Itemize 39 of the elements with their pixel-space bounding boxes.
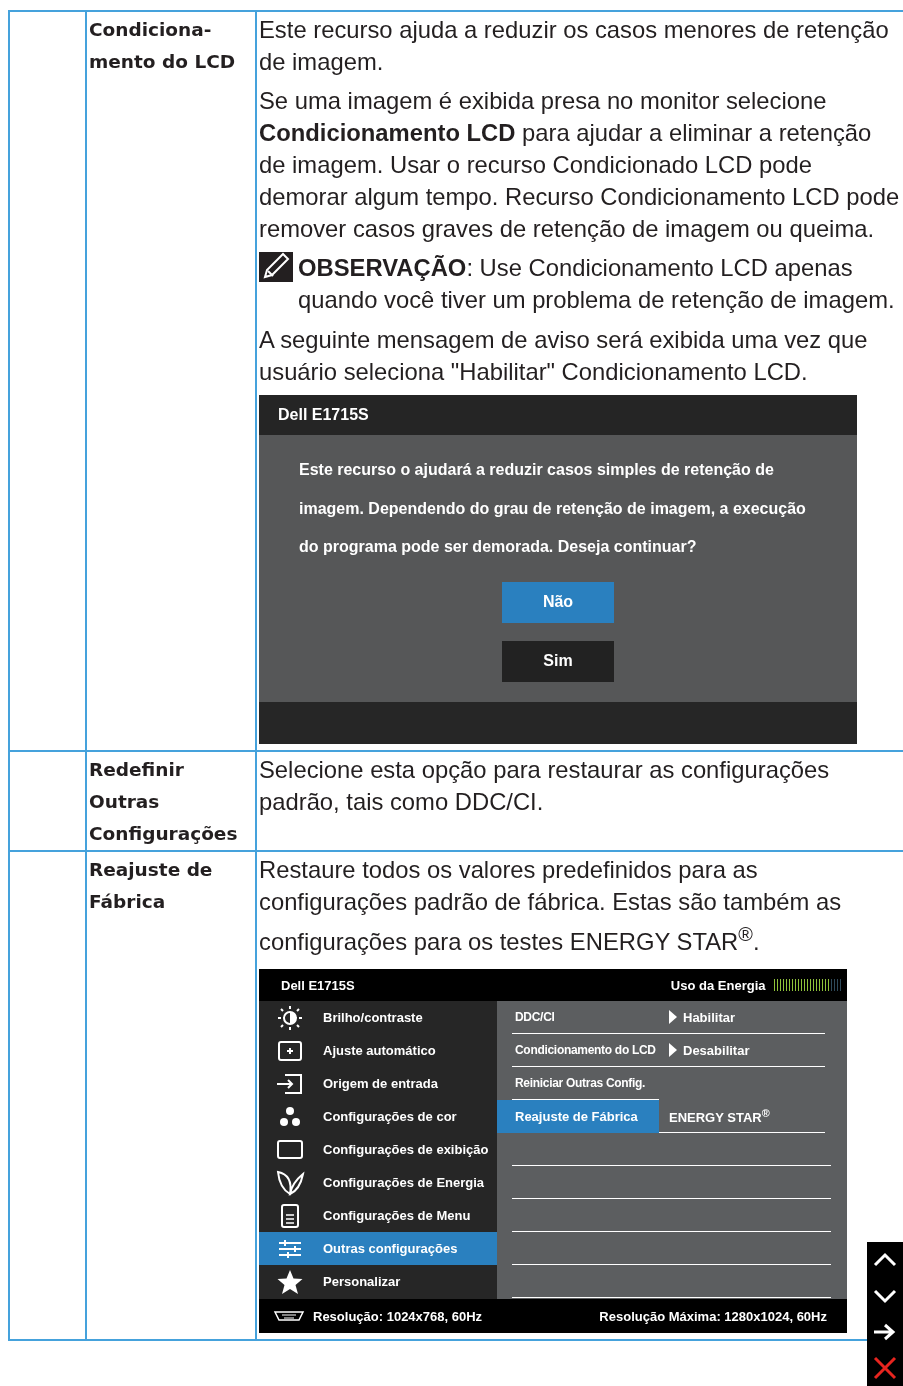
triangle-icon xyxy=(669,1010,677,1025)
paragraph: A seguinte mensagem de aviso será exibida uma vez que usuário seleciona "Habilitar" Condicionamento LCD. xyxy=(259,325,869,387)
connector-icon xyxy=(273,1310,305,1323)
dialog-button[interactable]: Não xyxy=(502,581,614,623)
leaf-icon xyxy=(275,1169,305,1196)
pencil-icon xyxy=(259,252,293,282)
menu-item[interactable]: Configurações de Energia xyxy=(259,1166,497,1200)
osd-title: Dell E1715S xyxy=(281,977,355,993)
submenu-item[interactable]: DDC/CI xyxy=(512,1001,659,1035)
star-icon xyxy=(275,1268,305,1295)
note-text: OBSERVAÇÃO: Use Condicionamento LCD apenas quando você tiver um problema de retenção de imagem. xyxy=(298,253,896,315)
paragraph: Este recurso ajuda a reduzir os casos menores de retenção de imagem. xyxy=(259,15,890,77)
term-label: Redefinir Outras Configurações xyxy=(89,757,239,846)
max-resolution-text: Resolução Máxima: 1280x1024, 60Hz xyxy=(599,1308,827,1324)
triangle-icon xyxy=(669,1043,677,1058)
submenu-item[interactable]: Condicionamento do LCD xyxy=(512,1034,659,1068)
menu-item[interactable]: Brilho/contraste xyxy=(259,1001,497,1035)
term-label: Condiciona-mento do LCD xyxy=(89,18,237,74)
paragraph: Restaure todos os valores predefinidos para as configurações padrão de fábrica. Estas são também as configurações para os testes ENERGY STAR$^{®}$. xyxy=(259,854,843,957)
menu-item[interactable]: Origem de entrada xyxy=(259,1067,497,1101)
menu-item[interactable]: Configurações de exibição xyxy=(259,1133,497,1167)
menu-item[interactable]: Ajuste automático xyxy=(259,1034,497,1068)
submenu-option[interactable]: Desabilitar xyxy=(659,1034,825,1068)
dialog-message: Este recurso o ajudará a reduzir casos simples de retenção de imagem. Dependendo do grau de retenção de imagem, a execução do programa pode ser demorada. Deseja continuar? xyxy=(298,460,807,557)
close-icon[interactable] xyxy=(871,1354,899,1382)
dialog-button[interactable]: Sim xyxy=(502,640,614,682)
menu-item[interactable]: Outras configurações xyxy=(259,1232,497,1266)
submenu-item[interactable]: Reajuste de Fábrica xyxy=(497,1100,659,1134)
term-label: Reajuste de Fábrica xyxy=(89,857,214,914)
paragraph: Se uma imagem é exibida presa no monitor selecione Condicionamento LCD para ajudar a eliminar a retenção de imagem. Usar o recurso Condicionado LCD pode demorar algum tempo. Recurso Condicionamento LCD pode remover casos graves de retenção de imagem ou queima. xyxy=(259,86,901,244)
paragraph: Selecione esta opção para restaurar as configurações padrão, tais como DDC/CI. xyxy=(259,754,831,817)
resolution-text: Resolução: 1024x768, 60Hz xyxy=(313,1308,483,1324)
meter-label: Uso da Energia xyxy=(670,977,766,993)
menu-item[interactable]: Personalizar xyxy=(259,1265,497,1299)
submenu-option[interactable]: Habilitar xyxy=(659,1001,825,1035)
dialog-title: Dell E1715S xyxy=(259,395,857,435)
sun-icon xyxy=(275,1004,305,1031)
menu-item[interactable]: Configurações de Menu xyxy=(259,1199,497,1233)
menu-item[interactable]: Configurações de cor xyxy=(259,1100,497,1134)
